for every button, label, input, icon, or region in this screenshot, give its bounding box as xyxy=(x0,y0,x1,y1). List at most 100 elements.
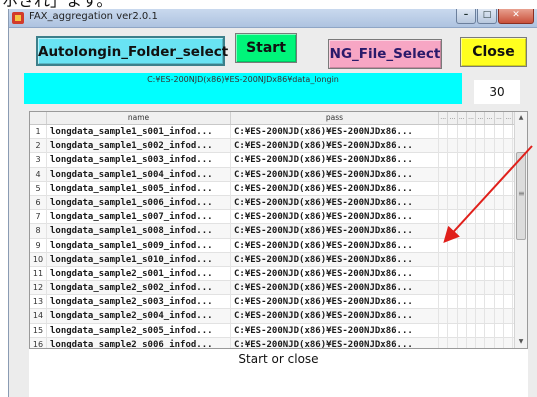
cell-extra xyxy=(504,210,514,225)
cell-extra xyxy=(467,167,477,182)
table-row[interactable]: 12 longdata_sample2_s002_infod... C:¥ES-20… xyxy=(30,281,514,296)
table-row[interactable]: 13 longdata_sample2_s003_infod... C:¥ES-20… xyxy=(30,295,514,310)
cell-extra xyxy=(504,281,514,296)
table-row[interactable]: 10 longdata_sample1_s010_infod... C:¥ES-20… xyxy=(30,252,514,267)
cell-extra xyxy=(486,266,495,281)
table-row[interactable]: 7 longdata_sample1_s007_infod... C:¥ES-200… xyxy=(30,210,514,225)
cell-extra xyxy=(467,337,477,348)
scroll-down-arrow-icon[interactable]: ▼ xyxy=(515,336,527,348)
cell-extra xyxy=(439,224,449,239)
table-row[interactable]: 9 longdata_sample1_s009_infod... C:¥ES-200… xyxy=(30,238,514,253)
close-button[interactable]: Close xyxy=(460,37,527,67)
maximize-button[interactable]: □ xyxy=(477,9,497,24)
cell-name: longdata_sample2_s005_infod... xyxy=(47,323,231,338)
cell-extra xyxy=(448,337,458,348)
column-header-extra[interactable]: ... xyxy=(495,112,505,124)
cell-extra xyxy=(504,337,514,348)
column-header-index xyxy=(30,112,47,124)
table-row[interactable]: 1 longdata_sample1_s001_infod... C:¥ES-200… xyxy=(30,125,514,140)
table-row[interactable]: 3 longdata_sample1_s003_infod... C:¥ES-200… xyxy=(30,153,514,168)
cell-extra xyxy=(467,238,477,253)
cell-extra xyxy=(476,295,486,310)
window-close-button[interactable]: ✕ xyxy=(498,9,534,24)
cell-extra xyxy=(448,195,458,210)
cell-extra xyxy=(476,281,486,296)
table-header: name pass ... ... ... ... ... ... ... ..… xyxy=(30,112,514,125)
cell-extra xyxy=(467,309,477,324)
start-button[interactable]: Start xyxy=(235,33,297,63)
cell-extra xyxy=(486,224,495,239)
cell-name: longdata_sample2_s003_infod... xyxy=(47,295,231,310)
cell-extra xyxy=(439,295,449,310)
minimize-button[interactable]: – xyxy=(456,9,476,24)
column-header-extra[interactable]: ... xyxy=(467,112,477,124)
cell-pass: C:¥ES-200NJD(x86)¥ES-200NJDx86... xyxy=(231,224,439,239)
row-index: 15 xyxy=(30,323,47,338)
cell-extra xyxy=(448,252,458,267)
cell-extra xyxy=(504,252,514,267)
cell-extra xyxy=(439,252,449,267)
cell-extra xyxy=(476,167,486,182)
cell-extra xyxy=(467,323,477,338)
cell-extra xyxy=(476,153,486,168)
app-window: FAX_aggregation ver2.0.1 – □ ✕ Autolongi… xyxy=(8,9,537,397)
cell-extra xyxy=(486,281,495,296)
table-row[interactable]: 8 longdata_sample1_s008_infod... C:¥ES-200… xyxy=(30,224,514,239)
cell-extra xyxy=(448,167,458,182)
cell-extra xyxy=(439,195,449,210)
column-header-extra[interactable]: ... xyxy=(458,112,467,124)
column-header-extra[interactable]: ... xyxy=(439,112,449,124)
column-header-extra[interactable]: ... xyxy=(476,112,486,124)
cell-extra xyxy=(458,252,467,267)
cell-name: longdata_sample1_s005_infod... xyxy=(47,181,231,196)
cell-extra xyxy=(495,252,505,267)
cell-extra xyxy=(476,252,486,267)
cell-extra xyxy=(458,295,467,310)
cell-pass: C:¥ES-200NJD(x86)¥ES-200NJDx86... xyxy=(231,238,439,253)
autologin-folder-select-button[interactable]: Autolongin_Folder_select xyxy=(36,36,228,66)
cell-name: longdata_sample1_s003_infod... xyxy=(47,153,231,168)
table-row[interactable]: 6 longdata_sample1_s006_infod... C:¥ES-200… xyxy=(30,195,514,211)
cell-pass: C:¥ES-200NJD(x86)¥ES-200NJDx86... xyxy=(231,139,439,154)
table-row[interactable]: 16 longdata_sample2_s006_infod... C:¥ES-20… xyxy=(30,337,514,348)
table-row[interactable]: 11 longdata_sample2_s001_infod... C:¥ES-20… xyxy=(30,266,514,282)
cell-extra xyxy=(504,181,514,196)
table-row[interactable]: 15 longdata_sample2_s005_infod... C:¥ES-20… xyxy=(30,323,514,338)
cell-name: longdata_sample1_s009_infod... xyxy=(47,238,231,253)
cell-extra xyxy=(458,323,467,338)
cell-extra xyxy=(504,295,514,310)
ng-file-select-button[interactable]: NG_File_Select xyxy=(328,39,442,69)
table-scrollbar[interactable]: ▲ ▼ xyxy=(514,112,527,348)
cell-name: longdata_sample1_s004_infod... xyxy=(47,167,231,182)
column-header-extra[interactable]: ... xyxy=(504,112,514,124)
cell-pass: C:¥ES-200NJD(x86)¥ES-200NJDx86... xyxy=(231,252,439,267)
cell-extra xyxy=(448,266,458,281)
folder-path-display: C:¥ES-200NJD(x86)¥ES-200NJDx86¥data_long… xyxy=(24,73,462,104)
cell-pass: C:¥ES-200NJD(x86)¥ES-200NJDx86... xyxy=(231,295,439,310)
table-row[interactable]: 4 longdata_sample1_s004_infod... C:¥ES-200… xyxy=(30,167,514,182)
cell-extra xyxy=(486,139,495,154)
cell-extra xyxy=(467,266,477,281)
cell-extra xyxy=(504,238,514,253)
cell-extra xyxy=(486,181,495,196)
table-row[interactable]: 2 longdata_sample1_s002_infod... C:¥ES-200… xyxy=(30,139,514,154)
cell-extra xyxy=(486,210,495,225)
cell-extra xyxy=(476,224,486,239)
cell-name: longdata_sample2_s006_infod... xyxy=(47,337,231,348)
table-row[interactable]: 5 longdata_sample1_s005_infod... C:¥ES-200… xyxy=(30,181,514,196)
row-index: 14 xyxy=(30,309,47,324)
cell-extra xyxy=(495,238,505,253)
title-bar[interactable]: FAX_aggregation ver2.0.1 – □ ✕ xyxy=(9,9,537,28)
cell-extra xyxy=(504,309,514,324)
cell-extra xyxy=(504,195,514,210)
column-header-name[interactable]: name xyxy=(47,112,231,124)
scroll-thumb[interactable] xyxy=(516,152,526,240)
column-header-extra[interactable]: ... xyxy=(448,112,458,124)
column-header-pass[interactable]: pass xyxy=(231,112,439,124)
cell-extra xyxy=(467,181,477,196)
cell-extra xyxy=(486,238,495,253)
column-header-extra[interactable]: ... xyxy=(486,112,495,124)
table-row[interactable]: 14 longdata_sample2_s004_infod... C:¥ES-20… xyxy=(30,309,514,324)
scroll-up-arrow-icon[interactable]: ▲ xyxy=(515,112,527,124)
cell-extra xyxy=(448,238,458,253)
